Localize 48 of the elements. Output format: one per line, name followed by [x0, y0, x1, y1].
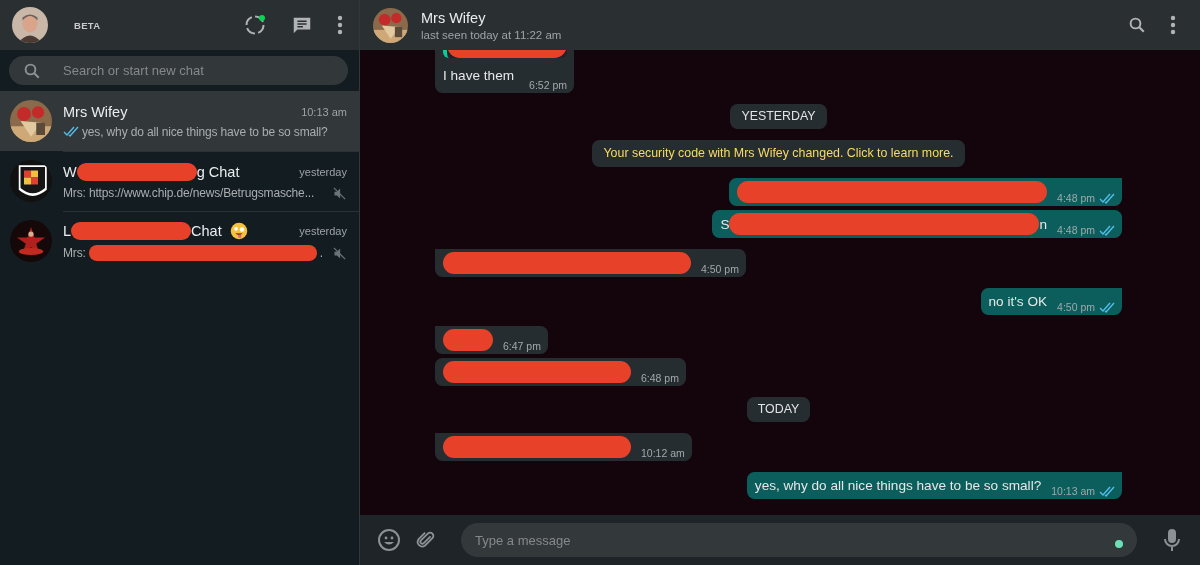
status-icon[interactable]: [243, 13, 267, 37]
message-time: 4:48 pm: [1057, 192, 1115, 204]
contact-name[interactable]: Mrs Wifey: [421, 9, 1115, 26]
message-time: 10:13 am: [1051, 485, 1115, 497]
menu-icon[interactable]: [337, 15, 343, 35]
avatar[interactable]: [12, 7, 48, 43]
microphone-icon[interactable]: [1163, 528, 1181, 552]
message-text: no it's OK: [988, 293, 1048, 311]
message-text: I have them: [443, 67, 515, 85]
message-time: 10:12 am: [641, 447, 685, 459]
chat-list-item[interactable]: Mrs Wifey 10:13 am yes, why do all nice things have to be so small?: [0, 91, 359, 151]
message-input[interactable]: Type a message: [461, 523, 1137, 557]
chat-list-item[interactable]: L Chat yesterday Mrs: .: [0, 211, 359, 271]
last-seen: last seen today at 11:22 am: [421, 28, 563, 41]
beta-label: BETA: [74, 19, 101, 31]
message-preview: Mrs: https://www.chip.de/news/Betrugsmasche...: [63, 186, 315, 200]
message-time: 6:52 pm: [529, 79, 567, 91]
security-notice[interactable]: Your security code with Mrs Wifey changed. Click to learn more.: [592, 140, 965, 167]
avatar[interactable]: [373, 7, 408, 43]
message-text: yes, why do all nice things have to be so small?: [754, 477, 1042, 495]
chat-name: g Chat: [196, 163, 240, 180]
search-icon[interactable]: [1128, 16, 1146, 34]
message-time: 6:48 pm: [641, 372, 679, 384]
chat-time: yesterday: [299, 165, 347, 178]
message-text: S: [720, 215, 730, 234]
emoji-icon[interactable]: [377, 528, 401, 552]
menu-icon[interactable]: [1170, 15, 1176, 35]
message-text: n: [1039, 215, 1048, 234]
message-time: 6:47 pm: [503, 340, 541, 352]
chat-time: yesterday: [299, 225, 347, 237]
redaction-mark: [443, 329, 493, 351]
message-preview: yes, why do all nice things have to be so small?: [82, 124, 328, 139]
chat-name: Mrs Wifey: [63, 103, 128, 120]
message-time: 4:48 pm: [1057, 224, 1115, 236]
search-field[interactable]: Search or start new chat: [9, 56, 348, 85]
date-divider: YESTERDAY: [730, 104, 827, 129]
chat-name: Chat: [191, 223, 222, 239]
chat-list-item[interactable]: W g Chat yesterday Mrs: https://www.chip.de/news/Betrugsmasche...: [0, 151, 359, 211]
message-time: 4:50 pm: [701, 263, 739, 275]
date-divider: TODAY: [746, 397, 811, 422]
status-dot: [1115, 540, 1123, 548]
search-icon: [23, 62, 41, 80]
message-preview: Mrs:: [63, 246, 86, 260]
chat-name: L: [63, 223, 72, 239]
chat-time: 10:13 am: [301, 105, 347, 118]
message-preview: .: [319, 246, 323, 260]
chat-name: W: [63, 163, 77, 180]
message-time: 4:50 pm: [1057, 301, 1115, 313]
